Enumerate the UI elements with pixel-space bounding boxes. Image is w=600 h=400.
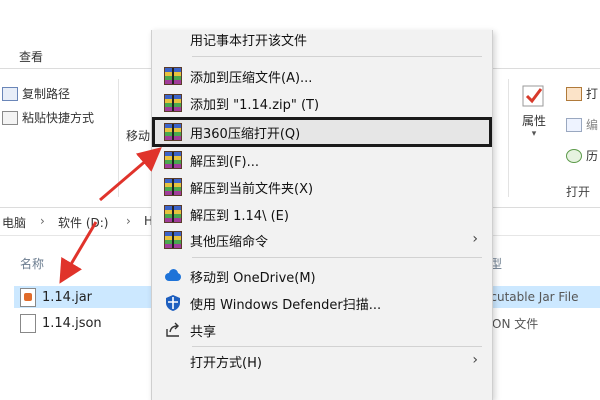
menu-item-onedrive[interactable]: 移动到 OneDrive(M): [152, 263, 492, 289]
edit-label: 编: [586, 118, 599, 132]
breadcrumb-separator-icon: ›: [40, 214, 45, 228]
breadcrumb-drive[interactable]: 软件 (D:): [58, 214, 108, 231]
ribbon-divider: [508, 79, 509, 197]
chevron-right-icon: ›: [472, 352, 478, 368]
menu-item-extract-to[interactable]: 解压到(F)...: [152, 147, 492, 173]
menu-item-open-notepad[interactable]: 用记事本打开该文件: [152, 30, 492, 52]
edit-button[interactable]: 编: [566, 116, 598, 133]
context-menu: 用记事本打开该文件 添加到压缩文件(A)... 添加到 "1.14.zip" (…: [151, 30, 493, 400]
menu-item-open-360[interactable]: 用360压缩打开(Q): [152, 117, 492, 147]
properties-label: 属性: [521, 114, 546, 128]
menu-separator: [192, 346, 482, 347]
menu-item-label: 添加到压缩文件(A)...: [190, 70, 313, 86]
menu-item-label: 移动到 OneDrive(M): [190, 270, 316, 286]
jar-file-icon: [20, 287, 36, 307]
menu-item-label: 解压到当前文件夹(X): [190, 181, 314, 197]
copy-path-label: 复制路径: [22, 87, 71, 101]
properties-icon: [522, 85, 544, 107]
menu-item-other-compress[interactable]: 其他压缩命令 ›: [152, 227, 492, 253]
archive-icon: [164, 205, 182, 223]
copy-path-button[interactable]: 复制路径: [2, 85, 70, 102]
history-label: 历: [586, 149, 599, 163]
cloud-icon: [164, 267, 182, 285]
column-header-name[interactable]: 名称: [20, 255, 44, 272]
open-button[interactable]: 打: [566, 85, 598, 102]
history-icon: [566, 148, 582, 163]
blank-icon: [164, 30, 182, 48]
menu-item-add-archive[interactable]: 添加到压缩文件(A)...: [152, 63, 492, 89]
file-type: ON 文件: [492, 316, 539, 331]
shield-icon: [164, 294, 182, 312]
menu-item-label: 解压到 1.14\ (E): [190, 208, 289, 224]
archive-icon: [164, 94, 182, 112]
menu-item-extract-folder[interactable]: 解压到 1.14\ (E): [152, 201, 492, 227]
archive-icon: [164, 123, 182, 141]
menu-separator: [192, 257, 482, 258]
menu-item-label: 使用 Windows Defender扫描...: [190, 297, 382, 313]
menu-item-add-zip[interactable]: 添加到 "1.14.zip" (T): [152, 90, 492, 116]
blank-icon: [164, 352, 182, 370]
share-icon: [164, 321, 182, 339]
file-icon: [20, 313, 36, 333]
menu-item-label: 打开方式(H): [190, 355, 262, 371]
menu-item-label: 用记事本打开该文件: [190, 33, 308, 49]
menu-item-defender-scan[interactable]: 使用 Windows Defender扫描...: [152, 290, 492, 316]
open-icon: [566, 86, 582, 101]
file-name: 1.14.jar: [42, 289, 93, 305]
menu-item-label: 添加到 "1.14.zip" (T): [190, 97, 320, 113]
chevron-right-icon: ›: [472, 231, 478, 247]
menu-item-label: 共享: [190, 324, 217, 340]
ribbon-divider: [118, 79, 119, 197]
menu-item-label: 其他压缩命令: [190, 234, 269, 250]
open-group-label: 打开: [566, 185, 591, 199]
copy-path-icon: [2, 86, 18, 101]
breadcrumb-this-pc[interactable]: 电脑: [2, 214, 26, 231]
menu-separator: [192, 56, 482, 57]
history-button[interactable]: 历: [566, 147, 598, 164]
move-to-label: 移动: [126, 129, 151, 143]
properties-dropdown-icon[interactable]: ▾: [516, 129, 552, 139]
file-type: ecutable Jar File: [483, 290, 579, 304]
menu-item-extract-here[interactable]: 解压到当前文件夹(X): [152, 174, 492, 200]
menu-item-open-with[interactable]: 打开方式(H) ›: [152, 348, 492, 374]
archive-icon: [164, 231, 182, 249]
paste-shortcut-label: 粘贴快捷方式: [22, 111, 95, 125]
edit-icon: [566, 117, 582, 132]
archive-icon: [164, 151, 182, 169]
menu-item-label: 用360压缩打开(Q): [190, 126, 301, 142]
paste-shortcut-icon: [2, 110, 18, 125]
archive-icon: [164, 67, 182, 85]
menu-item-label: 解压到(F)...: [190, 154, 260, 170]
paste-shortcut-button[interactable]: 粘贴快捷方式: [2, 109, 94, 126]
archive-icon: [164, 178, 182, 196]
move-to-button[interactable]: 移动: [126, 127, 150, 144]
menu-item-share[interactable]: 共享: [152, 317, 492, 343]
open-label: 打: [586, 87, 599, 101]
breadcrumb-separator-icon: ›: [126, 214, 131, 228]
properties-button[interactable]: 属性 ▾: [516, 83, 552, 139]
file-name: 1.14.json: [42, 315, 102, 331]
ribbon-tab-view[interactable]: 查看: [19, 48, 43, 65]
